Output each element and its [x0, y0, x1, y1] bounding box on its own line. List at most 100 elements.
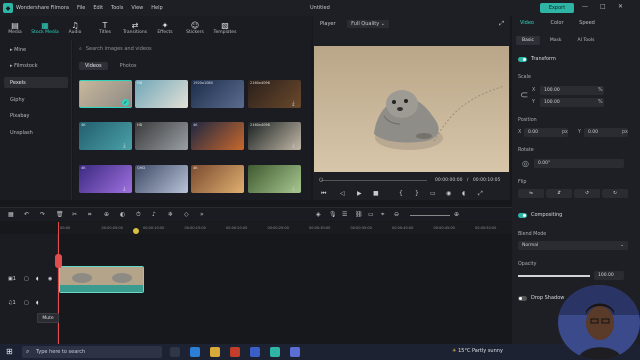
taskbar-search[interactable]: ⌕ Type here to search: [22, 346, 162, 358]
rotate-right-button[interactable]: ↻: [602, 189, 628, 198]
tab-titles[interactable]: T Titles: [90, 16, 120, 40]
windows-start-icon[interactable]: ⊞: [6, 347, 13, 356]
display-icon[interactable]: ▭: [368, 211, 374, 218]
quality-dropdown[interactable]: Full Quality ⌄: [347, 20, 389, 28]
speed-icon[interactable]: ⏱: [136, 211, 141, 219]
sidebar-item-giphy[interactable]: Giphy: [4, 94, 68, 105]
app-icon[interactable]: [230, 347, 240, 357]
tab-stock-media[interactable]: ▦ Stock Media: [30, 16, 60, 40]
mark-out-icon[interactable]: }: [415, 190, 419, 197]
download-icon[interactable]: ⤓: [292, 142, 295, 150]
scrubber-handle-icon[interactable]: ○: [319, 177, 323, 183]
edge-icon[interactable]: [190, 347, 200, 357]
download-icon[interactable]: ⤓: [123, 142, 126, 150]
minimize-icon[interactable]: —: [582, 3, 588, 10]
playhead[interactable]: [58, 222, 59, 344]
maximize-icon[interactable]: □: [600, 3, 606, 10]
compositing-section[interactable]: Compositing: [518, 212, 562, 218]
tab-speed[interactable]: Speed: [572, 20, 602, 26]
search-bar[interactable]: ⌕ Search images and videos: [79, 44, 307, 54]
playhead-handle[interactable]: [55, 254, 62, 268]
task-view-icon[interactable]: [170, 347, 180, 357]
tab-mask[interactable]: Mask: [544, 36, 568, 45]
tab-transitions[interactable]: ⇄ Transitions: [120, 16, 150, 40]
shield-icon[interactable]: ◈: [316, 211, 321, 218]
blend-mode-dropdown[interactable]: Normal ⌄: [518, 241, 628, 250]
app-icon[interactable]: [290, 347, 300, 357]
tab-ai-tools[interactable]: AI Tools: [572, 36, 601, 45]
audio-icon[interactable]: ♪: [152, 211, 156, 218]
media-thumbnail[interactable]: HD: [135, 80, 188, 108]
link-icon[interactable]: ⛓: [355, 211, 363, 218]
rotate-dial-icon[interactable]: ◎: [522, 159, 529, 168]
sidebar-item-mine[interactable]: ▸ Mine: [4, 44, 68, 55]
transform-section[interactable]: Transform: [518, 56, 556, 62]
speaker-icon[interactable]: ◖: [36, 276, 39, 282]
rotate-left-button[interactable]: ↺: [574, 189, 600, 198]
rotate-field[interactable]: 0.00°: [534, 159, 624, 168]
opacity-slider[interactable]: [518, 275, 590, 277]
mute-icon[interactable]: ◖: [36, 300, 39, 306]
download-icon[interactable]: ⤓: [123, 185, 126, 193]
menu-view[interactable]: View: [131, 5, 143, 11]
freeze-icon[interactable]: ❄: [168, 211, 173, 218]
marker-add-icon[interactable]: ⌖: [381, 211, 384, 219]
menu-file[interactable]: File: [77, 5, 85, 11]
cut-icon[interactable]: ✂: [72, 211, 77, 218]
taskbar-search-input[interactable]: Type here to search: [36, 349, 85, 355]
sidebar-item-unsplash[interactable]: Unsplash: [4, 127, 68, 138]
color-icon[interactable]: ◐: [120, 211, 125, 218]
tab-basic[interactable]: Basic: [516, 36, 540, 45]
opacity-field[interactable]: 100.00: [594, 271, 624, 280]
zoom-in-icon[interactable]: ⊕: [454, 211, 459, 218]
monitor-icon[interactable]: ▭: [430, 190, 436, 197]
snapshot-icon[interactable]: ⤢: [499, 20, 504, 28]
redo-icon[interactable]: ↷: [40, 211, 45, 218]
grid-icon[interactable]: ▦: [8, 211, 14, 218]
media-thumbnail[interactable]: QHD: [135, 165, 188, 193]
search-input[interactable]: Search images and videos: [86, 46, 152, 52]
tab-video[interactable]: Video: [512, 20, 542, 26]
scale-x-field[interactable]: 100.00: [540, 86, 604, 95]
media-thumbnail[interactable]: 1920x1080: [191, 80, 244, 108]
transform-toggle[interactable]: [518, 56, 527, 62]
zoom-slider[interactable]: [410, 215, 450, 216]
previous-frame-icon[interactable]: ⏮: [321, 190, 326, 198]
export-button[interactable]: Export: [540, 3, 574, 13]
compositing-toggle[interactable]: [518, 212, 527, 218]
menu-help[interactable]: Help: [151, 5, 162, 11]
download-icon[interactable]: ⤓: [292, 100, 295, 108]
filmora-taskbar-icon[interactable]: [270, 347, 280, 357]
more-icon[interactable]: »: [200, 211, 204, 218]
media-thumbnail[interactable]: 4K: [191, 165, 244, 193]
fullscreen-icon[interactable]: ⤢: [478, 190, 483, 198]
lock-icon[interactable]: ▢: [24, 300, 29, 306]
lock-icon[interactable]: ▢: [24, 276, 29, 282]
media-thumbnail[interactable]: ✓: [79, 80, 132, 108]
undo-icon[interactable]: ↶: [24, 211, 29, 218]
drop-shadow-toggle[interactable]: [518, 295, 527, 301]
camera-icon[interactable]: ◉: [446, 190, 451, 197]
step-back-icon[interactable]: ◁: [340, 190, 345, 197]
sidebar-item-pexels[interactable]: Pexels: [4, 77, 68, 88]
scale-y-field[interactable]: 100.00: [540, 98, 604, 107]
eye-icon[interactable]: ◉: [48, 276, 52, 282]
crop-icon[interactable]: ⌗: [88, 211, 91, 219]
media-thumbnail[interactable]: 4K: [191, 122, 244, 150]
stop-icon[interactable]: ■: [373, 190, 379, 197]
tab-effects[interactable]: ✦ Effects: [150, 16, 180, 40]
weather-widget[interactable]: ☀ 15°C Partly sunny: [452, 348, 503, 354]
tab-videos[interactable]: Videos: [79, 62, 108, 70]
zoom-out-icon[interactable]: ⊖: [394, 211, 399, 218]
menu-tools[interactable]: Tools: [111, 5, 123, 11]
download-icon[interactable]: ⤓: [292, 185, 295, 193]
delete-icon[interactable]: 🗑: [56, 211, 64, 218]
keyframe-icon[interactable]: ◇: [184, 211, 189, 218]
file-explorer-icon[interactable]: [210, 347, 220, 357]
play-icon[interactable]: ▶: [357, 190, 362, 197]
tab-color[interactable]: Color: [542, 20, 572, 26]
tab-stickers[interactable]: ☺ Stickers: [180, 16, 210, 40]
tab-photos[interactable]: Photos: [114, 62, 143, 70]
volume-icon[interactable]: ◖: [462, 190, 465, 197]
layers-icon[interactable]: ☰: [342, 211, 347, 218]
